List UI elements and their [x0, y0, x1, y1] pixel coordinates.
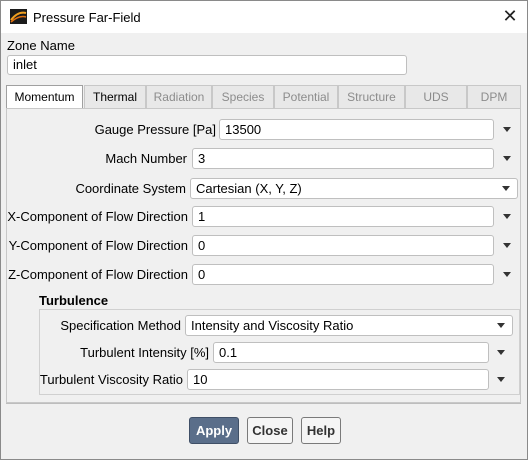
zone-name-label: Zone Name [7, 38, 75, 53]
footer-separator [6, 403, 521, 404]
turbulent-viscosity-ratio-field[interactable]: 10 [187, 369, 489, 390]
z-component-label: Z-Component of Flow Direction [8, 267, 188, 282]
apply-button[interactable]: Apply [189, 417, 239, 444]
specification-method-chevron-icon [497, 323, 505, 328]
specification-method-select[interactable]: Intensity and Viscosity Ratio [185, 315, 513, 336]
turbulent-viscosity-ratio-label: Turbulent Viscosity Ratio [39, 372, 183, 387]
coordinate-system-chevron-icon [502, 186, 510, 191]
tab-structure[interactable]: Structure [338, 85, 405, 108]
mach-number-field[interactable]: 3 [192, 148, 494, 169]
fluent-app-icon [10, 9, 27, 24]
mach-number-label: Mach Number [105, 151, 187, 166]
tab-thermal[interactable]: Thermal [84, 85, 146, 108]
gauge-pressure-dropdown-icon[interactable] [503, 127, 511, 132]
tab-dpm[interactable]: DPM [467, 85, 521, 108]
y-component-label: Y-Component of Flow Direction [8, 238, 188, 253]
gauge-pressure-field[interactable]: 13500 [219, 119, 494, 140]
turbulent-intensity-dropdown-icon[interactable] [497, 350, 505, 355]
turbulence-heading: Turbulence [39, 293, 109, 308]
mach-number-dropdown-icon[interactable] [503, 156, 511, 161]
y-component-dropdown-icon[interactable] [503, 243, 511, 248]
x-component-field[interactable]: 1 [192, 206, 494, 227]
title-bar: Pressure Far-Field ✕ [1, 1, 527, 33]
x-component-label: X-Component of Flow Direction [7, 209, 188, 224]
coordinate-system-label: Coordinate System [75, 181, 186, 196]
turbulent-viscosity-ratio-dropdown-icon[interactable] [497, 377, 505, 382]
z-component-dropdown-icon[interactable] [503, 272, 511, 277]
close-icon[interactable]: ✕ [493, 1, 527, 33]
gauge-pressure-label: Gauge Pressure [Pa] [94, 122, 216, 137]
tab-uds[interactable]: UDS [405, 85, 467, 108]
specification-method-label: Specification Method [60, 318, 181, 333]
help-button[interactable]: Help [301, 417, 341, 444]
turbulent-intensity-label: Turbulent Intensity [%] [80, 345, 209, 360]
y-component-field[interactable]: 0 [192, 235, 494, 256]
coordinate-system-select[interactable]: Cartesian (X, Y, Z) [190, 178, 518, 199]
dialog-window: Pressure Far-Field ✕ Zone Name inlet Mom… [0, 0, 528, 460]
turbulent-intensity-field[interactable]: 0.1 [213, 342, 489, 363]
window-title: Pressure Far-Field [33, 10, 141, 25]
tab-momentum[interactable]: Momentum [6, 85, 83, 109]
close-button[interactable]: Close [247, 417, 293, 444]
z-component-field[interactable]: 0 [192, 264, 494, 285]
tab-radiation[interactable]: Radiation [146, 85, 212, 108]
x-component-dropdown-icon[interactable] [503, 214, 511, 219]
zone-name-field[interactable]: inlet [7, 55, 407, 75]
tab-potential[interactable]: Potential [274, 85, 338, 108]
tab-species[interactable]: Species [212, 85, 274, 108]
